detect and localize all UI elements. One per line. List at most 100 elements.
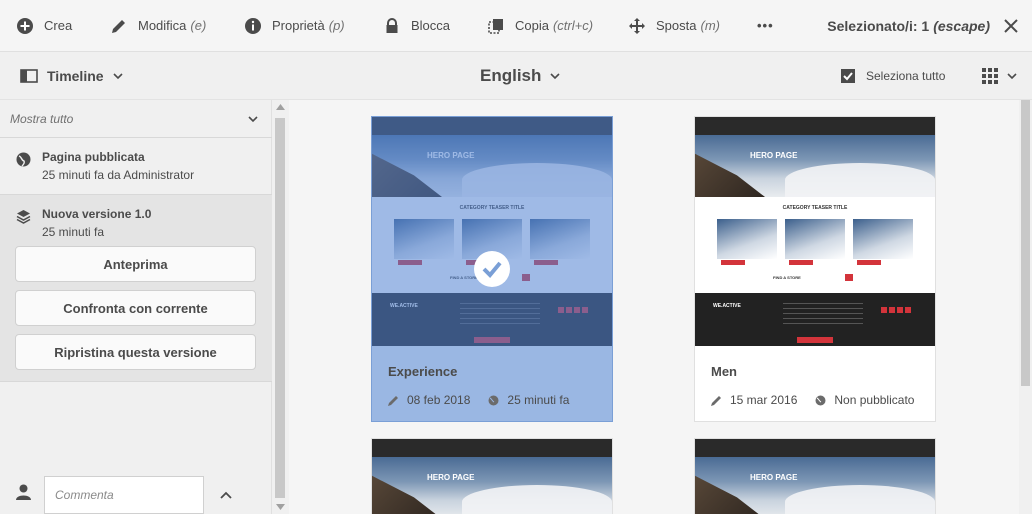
- timeline-item-title: Nuova versione 1.0: [42, 207, 152, 221]
- selected-check-icon[interactable]: [474, 251, 510, 287]
- language-selector[interactable]: English: [480, 52, 560, 100]
- restore-version-button[interactable]: Ripristina questa versione: [15, 334, 256, 370]
- copy-icon: [488, 18, 503, 34]
- card-grid: HERO PAGE CATEGORY TEASER TITLE FIND A S…: [289, 100, 1019, 514]
- thumb-category: CATEGORY TEASER TITLE: [782, 205, 848, 211]
- thumb-hero-title: HERO PAGE: [427, 473, 475, 482]
- card-published: 25 minuti fa: [507, 393, 570, 407]
- select-all-label: Seleziona tutto: [866, 69, 946, 83]
- comment-row: [0, 476, 272, 514]
- timeline-item-published[interactable]: Pagina pubblicata 25 minuti fa da Admini…: [0, 150, 272, 182]
- properties-shortcut: (p): [328, 18, 345, 33]
- language-label: English: [480, 66, 542, 85]
- copy-button[interactable]: Copia (ctrl+c): [487, 0, 593, 52]
- scroll-down-icon[interactable]: [276, 504, 285, 510]
- compare-button[interactable]: Confronta con corrente: [15, 290, 256, 326]
- lock-icon: [386, 17, 398, 33]
- page-thumbnail: HERO PAGE CATEGORY TEASER TITLE FIND A S…: [372, 117, 612, 346]
- thumb-nav: [372, 439, 612, 457]
- page-card-men[interactable]: HERO PAGE CATEGORY TEASER TITLE FIND A S…: [694, 116, 936, 422]
- move-label: Sposta: [656, 18, 697, 33]
- timeline-item-version[interactable]: Nuova versione 1.0 25 minuti fa: [0, 207, 272, 239]
- scroll-up-icon[interactable]: [276, 104, 285, 110]
- content-scrollbar-thumb[interactable]: [1021, 100, 1030, 386]
- globe-icon: [815, 395, 826, 405]
- move-button[interactable]: Sposta (m): [628, 0, 720, 52]
- timeline-item-title: Pagina pubblicata: [42, 150, 145, 164]
- card-title: Men: [711, 364, 737, 379]
- more-button[interactable]: •••: [757, 0, 774, 52]
- thumb-footer: WE.ACTIVE: [372, 293, 612, 346]
- thumb-find: FIND A STORE: [773, 275, 801, 280]
- layers-icon: [16, 210, 31, 224]
- timeline-rail: Mostra tutto Pagina pubblicata 25 minuti…: [0, 100, 272, 514]
- rail-selector[interactable]: Timeline: [20, 52, 123, 100]
- properties-button[interactable]: Proprietà (p): [244, 0, 345, 52]
- edit-button[interactable]: Modifica (e): [110, 0, 206, 52]
- lock-button[interactable]: Blocca: [383, 0, 450, 52]
- thumb-nav: [695, 117, 935, 135]
- chevron-up-icon[interactable]: [220, 491, 232, 499]
- thumb-hero-title: HERO PAGE: [427, 151, 475, 160]
- rail-scrollbar[interactable]: [272, 100, 289, 514]
- info-icon: [245, 17, 261, 34]
- chevron-down-icon: [1007, 72, 1017, 79]
- more-icon: •••: [757, 18, 774, 33]
- plus-circle-icon: [17, 17, 33, 34]
- thumb-body: CATEGORY TEASER TITLE FIND A STORE: [695, 197, 935, 293]
- view-switcher[interactable]: [982, 52, 1017, 100]
- content-scrollbar[interactable]: [1019, 100, 1032, 514]
- timeline-item-version-expanded: Nuova versione 1.0 25 minuti fa Anteprim…: [0, 194, 272, 382]
- page-thumbnail: HERO PAGE CATEGORY TEASER TITLE FIND A S…: [695, 117, 935, 346]
- card-view-icon: [982, 68, 998, 84]
- timeline-item-subtitle: 25 minuti fa: [42, 225, 105, 239]
- comment-input[interactable]: [44, 476, 204, 514]
- chevron-down-icon: [550, 72, 560, 79]
- thumb-nav: [372, 117, 612, 135]
- selection-count-label: Selezionato/i: 1: [827, 18, 930, 34]
- thumb-hero-title: HERO PAGE: [750, 473, 798, 482]
- card-meta: 15 mar 2016 Non pubblicato: [711, 393, 919, 407]
- rail-scrollbar-thumb[interactable]: [275, 118, 285, 498]
- page-card[interactable]: HERO PAGE: [694, 438, 936, 514]
- card-modified: 15 mar 2016: [730, 393, 798, 407]
- copy-label: Copia: [515, 18, 549, 33]
- globe-icon: [16, 152, 31, 167]
- thumb-footer: WE.ACTIVE: [695, 293, 935, 346]
- user-icon: [16, 484, 31, 500]
- create-button[interactable]: Crea: [16, 0, 72, 52]
- timeline-item-subtitle: 25 minuti fa da Administrator: [42, 168, 195, 182]
- card-modified: 08 feb 2018: [407, 393, 471, 407]
- page-card[interactable]: HERO PAGE: [371, 438, 613, 514]
- checkbox-icon: [841, 69, 855, 83]
- pencil-icon: [388, 395, 398, 406]
- create-label: Crea: [44, 18, 73, 33]
- thumb-nav: [695, 439, 935, 457]
- copy-shortcut: (ctrl+c): [552, 18, 594, 33]
- preview-button[interactable]: Anteprima: [15, 246, 256, 282]
- thumb-category: CATEGORY TEASER TITLE: [459, 205, 525, 211]
- chevron-down-icon: [248, 116, 258, 123]
- lock-label: Blocca: [411, 18, 451, 33]
- page-card-experience[interactable]: HERO PAGE CATEGORY TEASER TITLE FIND A S…: [371, 116, 613, 422]
- selection-count: Selezionato/i: 1 (escape): [827, 0, 990, 52]
- properties-label: Proprietà: [272, 18, 325, 33]
- card-published: Non pubblicato: [834, 393, 915, 407]
- thumb-hero: HERO PAGE: [695, 135, 935, 197]
- timeline-filter[interactable]: Mostra tutto: [0, 100, 272, 138]
- move-arrows-icon: [629, 17, 645, 34]
- chevron-down-icon: [112, 72, 123, 79]
- select-all-button[interactable]: Seleziona tutto: [840, 52, 945, 100]
- rail-icon: [20, 69, 38, 83]
- card-info: Men 15 mar 2016 Non pubblicato: [695, 346, 935, 421]
- secondary-toolbar: Timeline English Seleziona tutto: [0, 52, 1032, 100]
- thumb-hero-title: HERO PAGE: [750, 151, 798, 160]
- close-icon[interactable]: [1002, 17, 1020, 35]
- thumb-hero: HERO PAGE: [695, 457, 935, 514]
- thumb-footer-brand: WE.ACTIVE: [390, 303, 418, 309]
- card-meta: 08 feb 2018 25 minuti fa: [388, 393, 596, 407]
- move-shortcut: (m): [700, 18, 720, 33]
- globe-icon: [488, 395, 499, 405]
- thumb-find: FIND A STORE: [450, 275, 478, 280]
- thumb-hero: HERO PAGE: [372, 135, 612, 197]
